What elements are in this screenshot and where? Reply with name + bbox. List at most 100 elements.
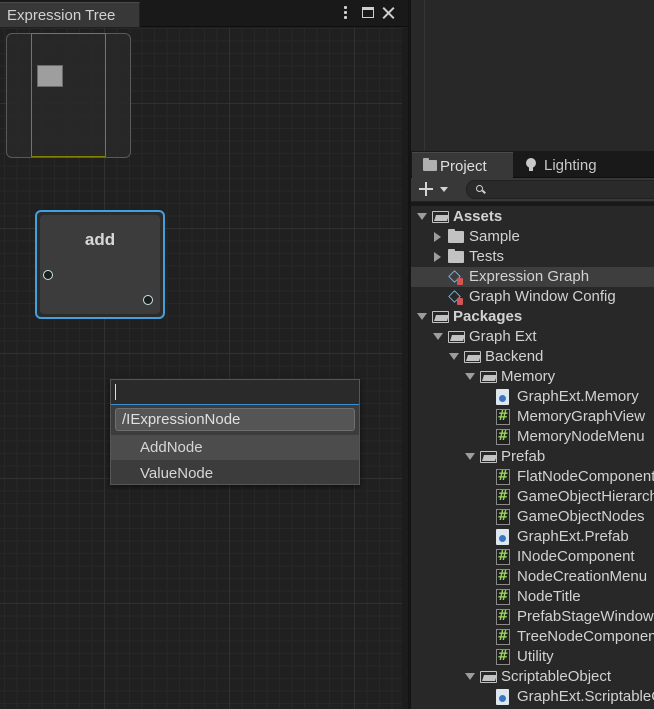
- graph-canvas[interactable]: add /IExpressionNode AddNode ValueNode: [0, 28, 402, 709]
- tree-row-label: NodeCreationMenu: [517, 568, 648, 585]
- folder-open-icon: [480, 671, 497, 683]
- csharp-script-icon: #: [496, 409, 510, 425]
- tree-row[interactable]: # FlatNodeComponent: [411, 467, 654, 487]
- output-port[interactable]: [143, 295, 153, 305]
- tree-row[interactable]: # INodeComponent: [411, 547, 654, 567]
- collapsed-arrow-icon[interactable]: [434, 232, 441, 242]
- scriptable-object-icon: [448, 269, 464, 285]
- folder-open-icon: [464, 351, 481, 363]
- node-search-popup: /IExpressionNode AddNode ValueNode: [110, 379, 360, 485]
- tree-row[interactable]: # NodeCreationMenu: [411, 567, 654, 587]
- tree-row[interactable]: # PrefabStageWindow: [411, 607, 654, 627]
- tree-row[interactable]: Expression Graph: [411, 267, 654, 287]
- tree-row[interactable]: # MemoryGraphView: [411, 407, 654, 427]
- tree-row-label: Packages: [453, 308, 523, 325]
- tree-row-label: FlatNodeComponent: [517, 468, 654, 485]
- tree-row-label: Assets: [453, 208, 503, 225]
- tree-row-label: PrefabStageWindow: [517, 608, 654, 625]
- csharp-script-icon: #: [496, 429, 510, 445]
- minimap-viewport: [31, 33, 106, 157]
- folder-open-icon: [480, 451, 497, 463]
- project-tree: Assets Sample Tests Expression Graph Graph W…: [411, 206, 654, 709]
- tree-row-label: Backend: [485, 348, 544, 365]
- graph-node[interactable]: add: [35, 210, 165, 319]
- expanded-arrow-icon[interactable]: [449, 353, 459, 360]
- folder-icon: [423, 158, 437, 171]
- expanded-arrow-icon[interactable]: [433, 333, 443, 340]
- folder-icon: [448, 229, 464, 243]
- tree-row[interactable]: Tests: [411, 247, 654, 267]
- tree-row-label: Prefab: [501, 448, 546, 465]
- tree-row[interactable]: # GameObjectNodes: [411, 507, 654, 527]
- assembly-definition-icon: [496, 689, 509, 705]
- tree-row-label: Memory: [501, 368, 556, 385]
- tree-row[interactable]: GraphExt.Memory: [411, 387, 654, 407]
- csharp-script-icon: #: [496, 629, 510, 645]
- tree-row[interactable]: Graph Window Config: [411, 287, 654, 307]
- node-search-field[interactable]: [111, 380, 359, 405]
- expanded-arrow-icon[interactable]: [465, 373, 475, 380]
- tree-row-label: GraphExt.ScriptableObject: [517, 688, 654, 705]
- search-icon: [476, 185, 483, 192]
- tree-row[interactable]: # NodeTitle: [411, 587, 654, 607]
- tree-row[interactable]: GraphExt.Prefab: [411, 527, 654, 547]
- tree-row-label: INodeComponent: [517, 548, 635, 565]
- search-result-value-node[interactable]: ValueNode: [111, 461, 359, 486]
- collapsed-arrow-icon[interactable]: [434, 252, 441, 262]
- create-button[interactable]: [417, 180, 451, 200]
- tree-row[interactable]: # GameObjectHierarchy: [411, 487, 654, 507]
- folder-icon: [448, 249, 464, 263]
- tree-row[interactable]: ScriptableObject: [411, 667, 654, 687]
- tree-row[interactable]: Graph Ext: [411, 327, 654, 347]
- folder-open-icon: [448, 331, 465, 343]
- csharp-script-icon: #: [496, 469, 510, 485]
- minimap[interactable]: [6, 33, 131, 158]
- tree-row-label: Graph Ext: [469, 328, 537, 345]
- graph-window: Expression Tree add /IExpressionNode Add…: [0, 0, 408, 709]
- folder-open-icon: [432, 311, 449, 323]
- scene-panel: [411, 0, 654, 151]
- tree-row[interactable]: Assets: [411, 207, 654, 227]
- tree-row[interactable]: # TreeNodeComponent: [411, 627, 654, 647]
- csharp-script-icon: #: [496, 549, 510, 565]
- tree-row-label: MemoryGraphView: [517, 408, 646, 425]
- tree-row[interactable]: # Utility: [411, 647, 654, 667]
- folder-open-icon: [480, 371, 497, 383]
- tree-row[interactable]: Backend: [411, 347, 654, 367]
- tree-row-label: Graph Window Config: [469, 288, 616, 305]
- scriptable-object-icon: [448, 289, 464, 305]
- maximize-icon[interactable]: [359, 4, 377, 22]
- tree-row-label: Utility: [517, 648, 554, 665]
- tree-row[interactable]: Memory: [411, 367, 654, 387]
- tab-project[interactable]: Project: [412, 152, 513, 178]
- csharp-script-icon: #: [496, 649, 510, 665]
- tree-row[interactable]: Packages: [411, 307, 654, 327]
- tree-row[interactable]: Prefab: [411, 447, 654, 467]
- search-result-add-node[interactable]: AddNode: [111, 435, 359, 460]
- tab-project-label: Project: [440, 158, 487, 175]
- input-port[interactable]: [43, 270, 53, 280]
- tree-row[interactable]: GraphExt.ScriptableObject: [411, 687, 654, 707]
- tree-row-label: GraphExt.Prefab: [517, 528, 629, 545]
- csharp-script-icon: #: [496, 569, 510, 585]
- expanded-arrow-icon[interactable]: [465, 673, 475, 680]
- tree-row-label: ScriptableObject: [501, 668, 612, 685]
- assembly-definition-icon: [496, 529, 509, 545]
- tree-row-label: MemoryNodeMenu: [517, 428, 645, 445]
- kebab-menu-icon[interactable]: [337, 4, 355, 22]
- csharp-script-icon: #: [496, 609, 510, 625]
- expanded-arrow-icon[interactable]: [465, 453, 475, 460]
- tree-row-label: NodeTitle: [517, 588, 581, 605]
- node-search-path[interactable]: /IExpressionNode: [115, 408, 355, 431]
- project-search-input[interactable]: [466, 180, 654, 199]
- project-toolbar: [411, 178, 654, 202]
- tree-row[interactable]: # MemoryNodeMenu: [411, 427, 654, 447]
- tree-row[interactable]: Sample: [411, 227, 654, 247]
- tab-expression-tree[interactable]: Expression Tree: [0, 2, 140, 27]
- tab-lighting[interactable]: Lighting: [514, 152, 654, 178]
- project-tab-strip: Project Lighting: [411, 151, 654, 178]
- expanded-arrow-icon[interactable]: [417, 213, 427, 220]
- expanded-arrow-icon[interactable]: [417, 313, 427, 320]
- close-icon[interactable]: [380, 4, 398, 22]
- tree-row-label: Tests: [469, 248, 505, 265]
